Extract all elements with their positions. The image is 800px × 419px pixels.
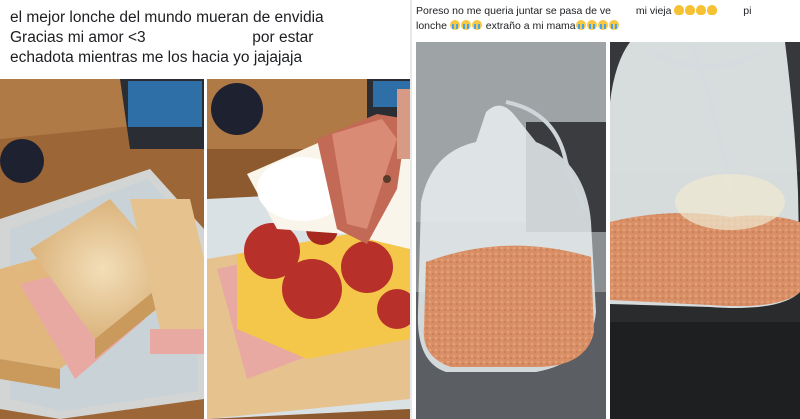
- clapping-hands-emoji: [685, 5, 696, 15]
- right-caption-part-5: extraño a mi mama: [482, 20, 576, 32]
- clapping-hands-emoji: [696, 5, 707, 15]
- left-caption: el mejor lonche del mundo mueran de envi…: [10, 8, 405, 68]
- right-caption-part-4: lonche: [416, 20, 450, 32]
- rice-bag-closeup-photo: [610, 42, 800, 419]
- crying-face-emoji: [608, 20, 619, 30]
- caption-line-2: Gracias mi amor <3 por estar: [10, 28, 405, 48]
- caption-line-1: el mejor lonche del mundo mueran de envi…: [10, 9, 324, 26]
- right-post: Poreso no me queria juntar se pasa de ve…: [412, 0, 800, 419]
- right-caption-part-3: pi: [740, 5, 752, 17]
- redacted-name: [149, 30, 248, 44]
- crying-face-emoji: [449, 20, 460, 30]
- right-caption-line-2: lonche extraño a mi mama: [416, 19, 800, 34]
- clapping-hands-emoji: [707, 5, 718, 15]
- rice-bag-photo: [416, 42, 606, 419]
- caption-line-2b: por estar: [252, 29, 314, 46]
- sandwich-container-photo: [0, 79, 204, 419]
- sandwich-pepperoni-egg-photo: [207, 79, 410, 419]
- redacted-text: [610, 4, 633, 14]
- right-caption: Poreso no me queria juntar se pasa de ve…: [416, 4, 800, 34]
- crying-face-emoji: [575, 20, 586, 30]
- caption-line-3: echadota mientras me los hacia yo jajaja…: [10, 49, 303, 66]
- right-caption-part-1: Poreso no me queria juntar se pasa de ve: [416, 5, 611, 17]
- crying-face-emoji: [460, 20, 471, 30]
- crying-face-emoji: [597, 20, 608, 30]
- caption-line-2a: Gracias mi amor <3: [10, 29, 146, 46]
- right-caption-line-1: Poreso no me queria juntar se pasa de ve…: [416, 4, 800, 19]
- crying-face-emoji: [471, 20, 482, 30]
- left-post: el mejor lonche del mundo mueran de envi…: [0, 0, 410, 419]
- right-caption-part-2: mi vieja: [632, 5, 675, 17]
- clapping-hands-emoji: [674, 5, 685, 15]
- crying-face-emoji: [586, 20, 597, 30]
- redacted-text: [718, 4, 741, 14]
